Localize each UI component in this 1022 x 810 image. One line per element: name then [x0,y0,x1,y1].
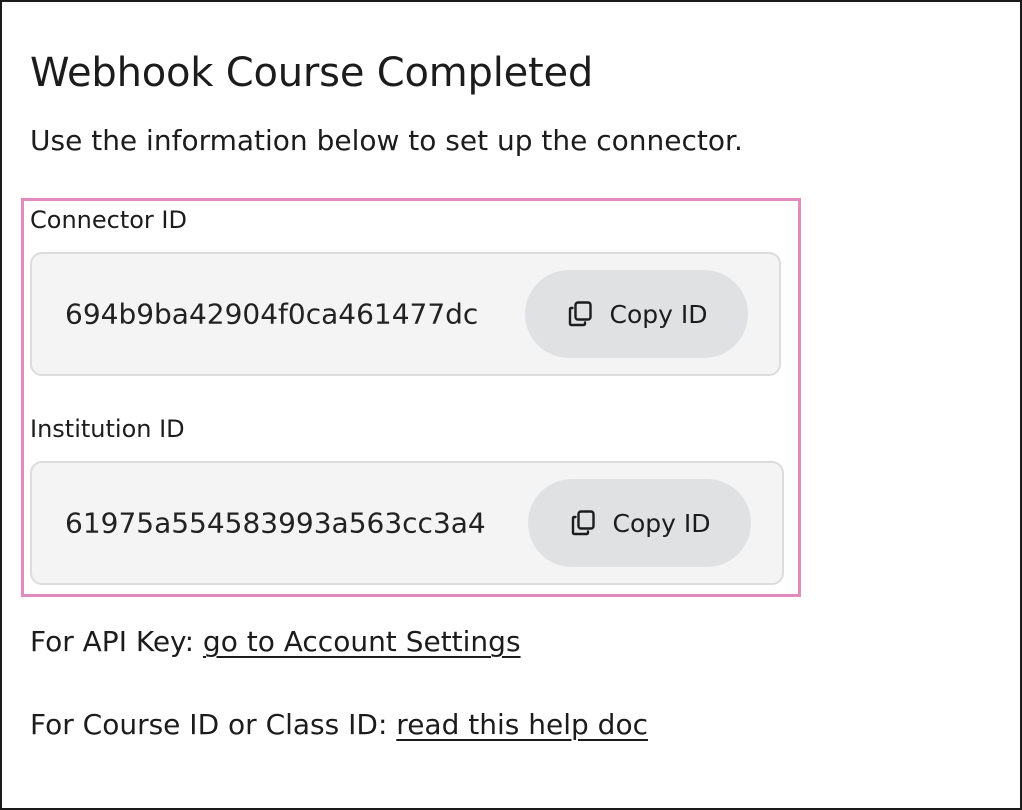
page-title: Webhook Course Completed [30,50,594,96]
course-id-line: For Course ID or Class ID: read this hel… [30,708,648,741]
api-key-prefix: For API Key: [30,625,195,658]
account-settings-link[interactable]: go to Account Settings [203,625,521,658]
copy-connector-id-button[interactable]: Copy ID [525,270,748,358]
copy-icon [566,299,596,329]
connector-id-box: 694b9ba42904f0ca461477dc Copy ID [30,252,781,376]
course-id-prefix: For Course ID or Class ID: [30,708,388,741]
copy-icon [569,508,599,538]
copy-institution-id-button[interactable]: Copy ID [528,479,751,567]
help-doc-link[interactable]: read this help doc [396,708,648,741]
copy-connector-id-label: Copy ID [609,299,708,329]
api-key-line: For API Key: go to Account Settings [30,625,521,658]
page-frame: Webhook Course Completed Use the informa… [0,0,1022,810]
copy-institution-id-label: Copy ID [612,508,711,538]
institution-id-value: 61975a554583993a563cc3a4 [65,506,486,540]
connector-id-value: 694b9ba42904f0ca461477dc [65,297,479,331]
page-subtitle: Use the information below to set up the … [30,124,743,157]
institution-id-label: Institution ID [30,415,185,443]
institution-id-box: 61975a554583993a563cc3a4 Copy ID [30,461,784,585]
connector-id-label: Connector ID [30,206,187,234]
